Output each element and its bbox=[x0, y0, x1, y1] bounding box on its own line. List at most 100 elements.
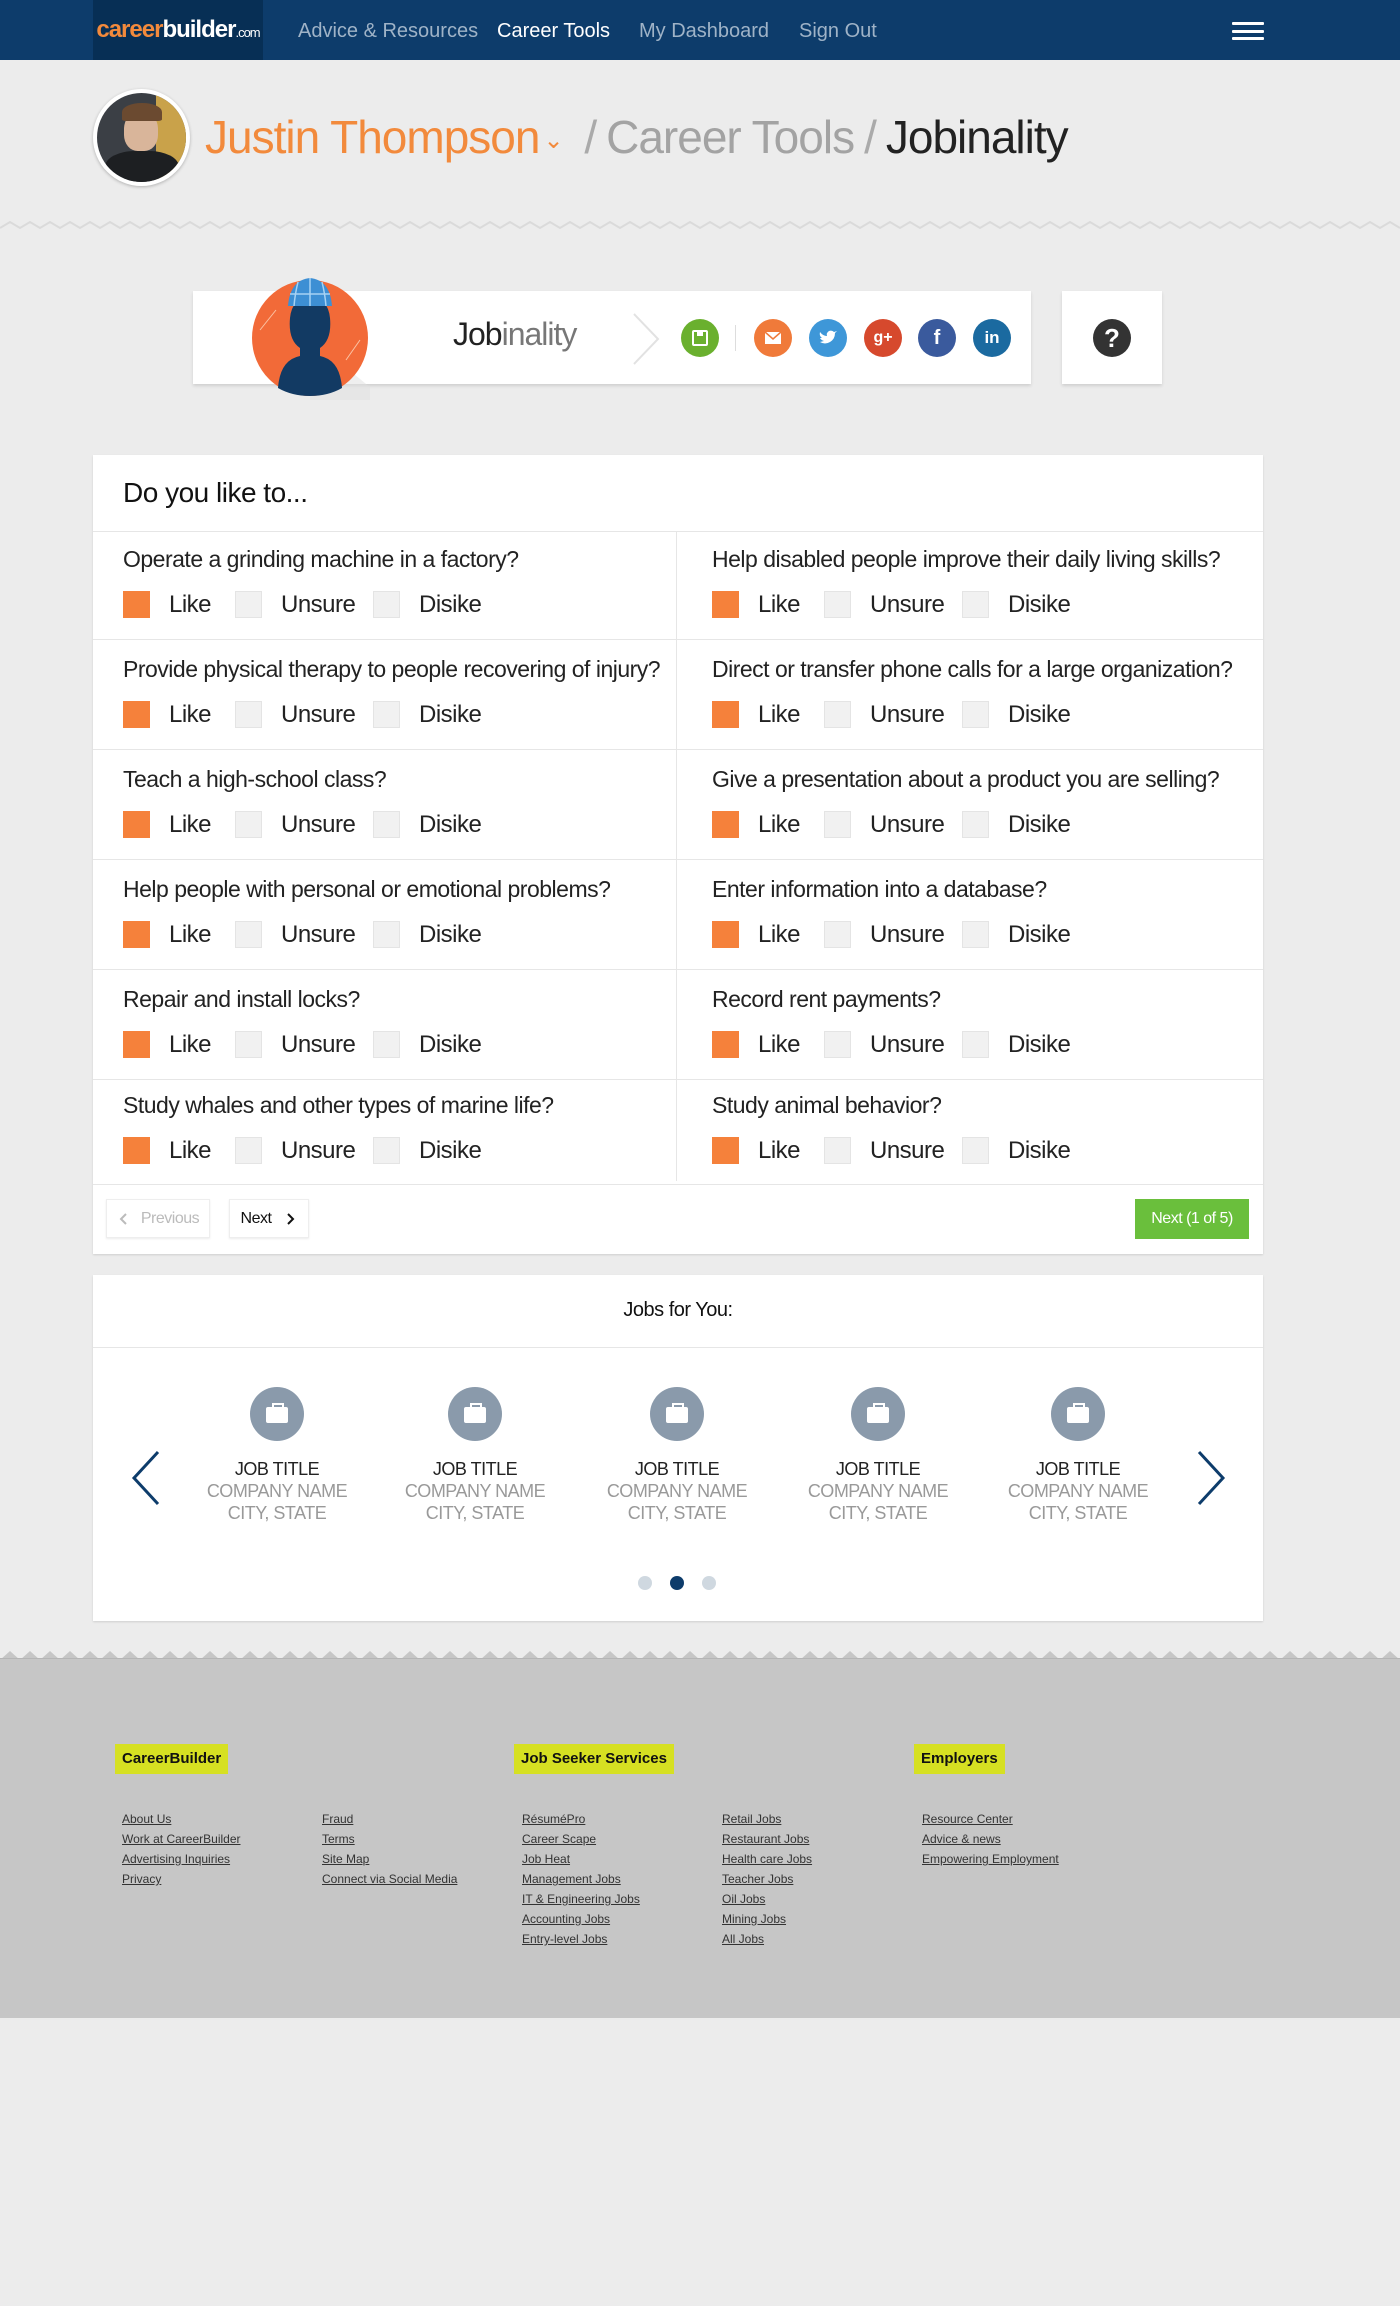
option-disike[interactable]: Disike bbox=[373, 921, 482, 948]
option-disike[interactable]: Disike bbox=[962, 1031, 1071, 1058]
footer-link[interactable]: About Us bbox=[122, 1812, 171, 1826]
option-checkbox[interactable] bbox=[962, 591, 989, 618]
carousel-dot[interactable] bbox=[702, 1576, 716, 1590]
option-disike[interactable]: Disike bbox=[373, 811, 482, 838]
footer-link[interactable]: Connect via Social Media bbox=[322, 1872, 457, 1886]
option-like[interactable]: Like bbox=[123, 1031, 212, 1058]
option-unsure[interactable]: Unsure bbox=[235, 811, 356, 838]
facebook-icon[interactable]: f bbox=[918, 319, 956, 357]
carousel-dot[interactable] bbox=[638, 1576, 652, 1590]
footer-link[interactable]: Work at CareerBuilder bbox=[122, 1832, 241, 1846]
option-checkbox[interactable] bbox=[123, 921, 150, 948]
footer-link[interactable]: Resource Center bbox=[922, 1812, 1013, 1826]
option-unsure[interactable]: Unsure bbox=[824, 701, 945, 728]
option-like[interactable]: Like bbox=[712, 701, 801, 728]
option-unsure[interactable]: Unsure bbox=[824, 591, 945, 618]
option-like[interactable]: Like bbox=[712, 591, 801, 618]
footer-link[interactable]: IT & Engineering Jobs bbox=[522, 1892, 640, 1906]
option-checkbox[interactable] bbox=[235, 811, 262, 838]
footer-link[interactable]: Fraud bbox=[322, 1812, 353, 1826]
nav-link-my-dashboard[interactable]: My Dashboard bbox=[639, 0, 769, 60]
save-icon[interactable] bbox=[681, 319, 719, 357]
footer-link[interactable]: Privacy bbox=[122, 1872, 161, 1886]
option-checkbox[interactable] bbox=[235, 701, 262, 728]
option-checkbox[interactable] bbox=[824, 811, 851, 838]
option-checkbox[interactable] bbox=[235, 1031, 262, 1058]
option-checkbox[interactable] bbox=[824, 1137, 851, 1164]
footer-link[interactable]: Restaurant Jobs bbox=[722, 1832, 809, 1846]
previous-button[interactable]: Previous bbox=[106, 1199, 210, 1238]
option-checkbox[interactable] bbox=[123, 701, 150, 728]
chevron-down-icon[interactable]: ⌄ bbox=[543, 127, 563, 154]
footer-link[interactable]: Teacher Jobs bbox=[722, 1872, 793, 1886]
option-checkbox[interactable] bbox=[235, 921, 262, 948]
carousel-prev-arrow-icon[interactable] bbox=[128, 1448, 168, 1508]
job-item[interactable]: JOB TITLE COMPANY NAME CITY, STATE bbox=[390, 1387, 560, 1524]
option-disike[interactable]: Disike bbox=[962, 701, 1071, 728]
option-checkbox[interactable] bbox=[712, 1031, 739, 1058]
option-checkbox[interactable] bbox=[235, 591, 262, 618]
option-checkbox[interactable] bbox=[712, 701, 739, 728]
option-checkbox[interactable] bbox=[373, 1137, 400, 1164]
option-like[interactable]: Like bbox=[123, 701, 212, 728]
job-item[interactable]: JOB TITLE COMPANY NAME CITY, STATE bbox=[993, 1387, 1163, 1524]
footer-link[interactable]: Mining Jobs bbox=[722, 1912, 786, 1926]
option-checkbox[interactable] bbox=[824, 591, 851, 618]
option-disike[interactable]: Disike bbox=[962, 591, 1071, 618]
nav-link-career-tools[interactable]: Career Tools bbox=[497, 0, 610, 60]
carousel-next-arrow-icon[interactable] bbox=[1189, 1448, 1229, 1508]
option-checkbox[interactable] bbox=[123, 1031, 150, 1058]
option-like[interactable]: Like bbox=[123, 811, 212, 838]
option-unsure[interactable]: Unsure bbox=[824, 1031, 945, 1058]
user-name-link[interactable]: Justin Thompson bbox=[205, 111, 540, 163]
option-checkbox[interactable] bbox=[712, 811, 739, 838]
option-unsure[interactable]: Unsure bbox=[824, 1137, 945, 1164]
option-like[interactable]: Like bbox=[123, 921, 212, 948]
email-icon[interactable] bbox=[754, 319, 792, 357]
option-checkbox[interactable] bbox=[962, 811, 989, 838]
footer-link[interactable]: Entry-level Jobs bbox=[522, 1932, 607, 1946]
option-checkbox[interactable] bbox=[373, 701, 400, 728]
option-checkbox[interactable] bbox=[962, 1137, 989, 1164]
footer-link[interactable]: Health care Jobs bbox=[722, 1852, 812, 1866]
twitter-icon[interactable] bbox=[809, 319, 847, 357]
carousel-dot[interactable] bbox=[670, 1576, 684, 1590]
option-unsure[interactable]: Unsure bbox=[824, 811, 945, 838]
footer-link[interactable]: Career Scape bbox=[522, 1832, 596, 1846]
option-checkbox[interactable] bbox=[712, 591, 739, 618]
option-checkbox[interactable] bbox=[962, 701, 989, 728]
next-progress-button[interactable]: Next (1 of 5) bbox=[1135, 1199, 1249, 1239]
option-disike[interactable]: Disike bbox=[373, 701, 482, 728]
option-checkbox[interactable] bbox=[824, 701, 851, 728]
option-unsure[interactable]: Unsure bbox=[235, 1031, 356, 1058]
footer-link[interactable]: Retail Jobs bbox=[722, 1812, 781, 1826]
careerbuilder-logo[interactable]: careerbuilder.com bbox=[93, 0, 263, 60]
footer-link[interactable]: Accounting Jobs bbox=[522, 1912, 610, 1926]
avatar[interactable] bbox=[93, 89, 190, 186]
option-like[interactable]: Like bbox=[712, 1031, 801, 1058]
option-disike[interactable]: Disike bbox=[962, 811, 1071, 838]
option-unsure[interactable]: Unsure bbox=[235, 701, 356, 728]
option-like[interactable]: Like bbox=[123, 591, 212, 618]
option-like[interactable]: Like bbox=[123, 1137, 212, 1164]
next-button[interactable]: Next bbox=[229, 1199, 309, 1238]
nav-link-advice-resources[interactable]: Advice & Resources bbox=[298, 0, 478, 60]
breadcrumb-career-tools[interactable]: Career Tools bbox=[606, 111, 855, 163]
help-button[interactable]: ? bbox=[1062, 291, 1162, 384]
job-item[interactable]: JOB TITLE COMPANY NAME CITY, STATE bbox=[793, 1387, 963, 1524]
option-like[interactable]: Like bbox=[712, 1137, 801, 1164]
option-checkbox[interactable] bbox=[373, 921, 400, 948]
footer-link[interactable]: Site Map bbox=[322, 1852, 369, 1866]
footer-link[interactable]: Terms bbox=[322, 1832, 355, 1846]
option-checkbox[interactable] bbox=[962, 1031, 989, 1058]
linkedin-icon[interactable]: in bbox=[973, 319, 1011, 357]
option-checkbox[interactable] bbox=[123, 811, 150, 838]
option-unsure[interactable]: Unsure bbox=[235, 591, 356, 618]
hamburger-menu-icon[interactable] bbox=[1232, 22, 1264, 40]
option-disike[interactable]: Disike bbox=[962, 921, 1071, 948]
option-checkbox[interactable] bbox=[373, 811, 400, 838]
footer-link[interactable]: RésuméPro bbox=[522, 1812, 585, 1826]
option-unsure[interactable]: Unsure bbox=[235, 921, 356, 948]
option-checkbox[interactable] bbox=[962, 921, 989, 948]
option-checkbox[interactable] bbox=[123, 591, 150, 618]
